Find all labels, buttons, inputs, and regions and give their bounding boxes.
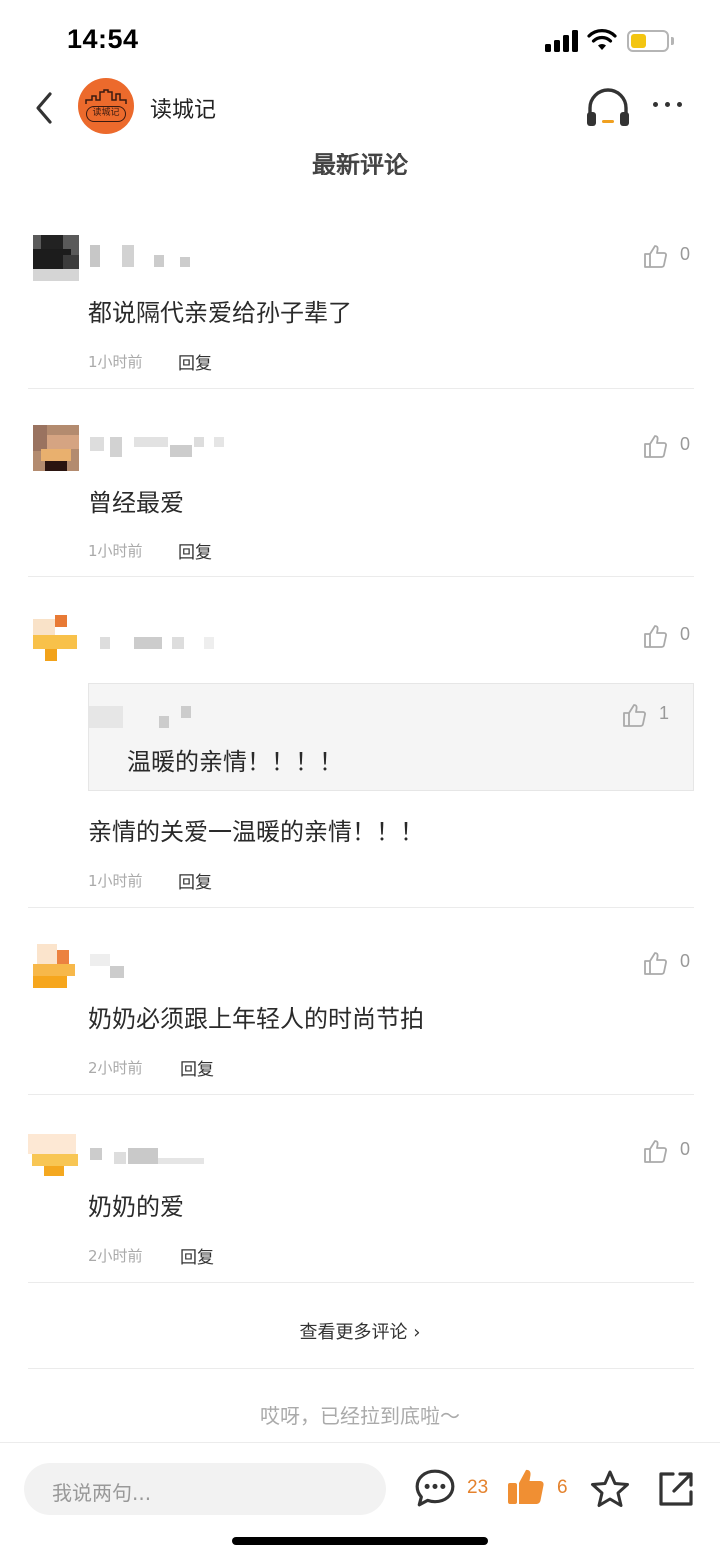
thumbs-up-icon (623, 704, 646, 727)
quote-user-name-blurred (89, 706, 123, 728)
thumbs-up-icon (644, 952, 667, 975)
like-button[interactable]: 1 (621, 702, 673, 728)
cellular-signal-icon (545, 30, 579, 52)
comment-input[interactable]: 我说两句... (24, 1463, 386, 1515)
back-arrow-icon[interactable] (30, 88, 60, 128)
like-button[interactable]: 0 (642, 433, 694, 459)
more-options-icon[interactable] (650, 100, 686, 110)
comment-text: 都说隔代亲爱给孙子辈了 (88, 299, 352, 327)
divider (28, 907, 694, 908)
status-time: 14:54 (67, 24, 139, 54)
user-name-blurred[interactable] (88, 435, 238, 457)
section-title: 最新评论 (0, 135, 720, 175)
comment-time: 1小时前 (88, 353, 143, 371)
bottom-action-bar: 我说两句... 23 6 (0, 1442, 720, 1559)
comment-text: 奶奶的爱 (88, 1193, 184, 1221)
like-count: 0 (680, 434, 691, 454)
comment-bubble-icon[interactable] (414, 1467, 456, 1509)
share-icon[interactable] (656, 1469, 696, 1509)
comment-input-placeholder: 我说两句... (52, 1481, 152, 1505)
user-name-blurred[interactable] (88, 952, 238, 978)
comment-item: 0 奶奶的爱 2小时前 回复 (0, 1130, 720, 1282)
comment-text: 曾经最爱 (88, 489, 184, 517)
reply-button[interactable]: 回复 (178, 868, 212, 893)
user-avatar[interactable] (33, 425, 79, 471)
comment-time: 1小时前 (88, 872, 143, 890)
like-count: 0 (680, 951, 691, 971)
divider (28, 1368, 694, 1369)
status-bar: 14:54 (0, 0, 720, 80)
thumbs-up-icon (644, 1140, 667, 1163)
comment-text: 亲情的关爱一温暖的亲情！！！ (88, 818, 424, 846)
account-avatar[interactable]: 读城记 (78, 78, 134, 134)
like-count: 0 (680, 624, 691, 644)
like-button[interactable]: 0 (642, 623, 694, 649)
divider (28, 1282, 694, 1283)
end-of-list-note: 哎呀，已经拉到底啦～ (260, 1404, 460, 1428)
user-name-blurred[interactable] (88, 625, 238, 649)
user-name-blurred[interactable] (88, 1140, 238, 1164)
comment-item: 0 奶奶必须跟上年轻人的时尚节拍 2小时前 回复 (0, 942, 720, 1094)
view-more-comments-button[interactable]: 查看更多评论 › (0, 1318, 720, 1344)
user-avatar[interactable] (28, 1130, 80, 1176)
comment-count: 23 (467, 1477, 489, 1498)
quoted-comment[interactable]: 1 温暖的亲情！！！！ (88, 683, 694, 791)
like-count: 0 (680, 244, 691, 264)
star-icon[interactable] (590, 1469, 630, 1509)
headphone-icon[interactable] (585, 86, 631, 128)
reply-button[interactable]: 回复 (180, 1243, 214, 1268)
divider (28, 1094, 694, 1095)
quote-text: 温暖的亲情！！！！ (127, 748, 343, 776)
comment-time: 2小时前 (88, 1247, 143, 1265)
divider (28, 388, 694, 389)
user-avatar[interactable] (33, 615, 79, 661)
comment-time: 1小时前 (88, 542, 143, 560)
reply-button[interactable]: 回复 (178, 538, 212, 563)
thumbs-up-icon (644, 245, 667, 268)
comment-text: 奶奶必须跟上年轻人的时尚节拍 (88, 1005, 424, 1033)
wifi-icon (587, 29, 617, 50)
thumbs-up-icon (644, 625, 667, 648)
comment-item: 0 曾经最爱 1小时前 回复 (0, 425, 720, 575)
comment-time: 2小时前 (88, 1059, 143, 1077)
avatar-logo-text: 读城记 (86, 106, 126, 122)
like-count-total: 6 (557, 1477, 568, 1498)
reply-button[interactable]: 回复 (178, 349, 212, 374)
thumbs-up-filled-icon[interactable] (506, 1465, 546, 1507)
home-indicator (232, 1537, 488, 1545)
like-button[interactable]: 0 (642, 1138, 694, 1164)
account-name[interactable]: 读城记 (150, 92, 216, 124)
comment-item: 0 都说隔代亲爱给孙子辈了 1小时前 回复 (0, 235, 720, 388)
reply-button[interactable]: 回复 (180, 1055, 214, 1080)
skyline-logo-icon (85, 89, 127, 104)
like-count: 1 (659, 703, 670, 723)
battery-cap (671, 37, 674, 45)
user-name-blurred[interactable] (88, 245, 238, 267)
like-count: 0 (680, 1139, 691, 1159)
like-button[interactable]: 0 (642, 950, 694, 976)
divider (28, 576, 694, 577)
user-avatar[interactable] (33, 942, 79, 988)
thumbs-up-icon (644, 435, 667, 458)
battery-icon (627, 30, 669, 52)
user-avatar[interactable] (33, 235, 79, 281)
like-button[interactable]: 0 (642, 243, 694, 269)
